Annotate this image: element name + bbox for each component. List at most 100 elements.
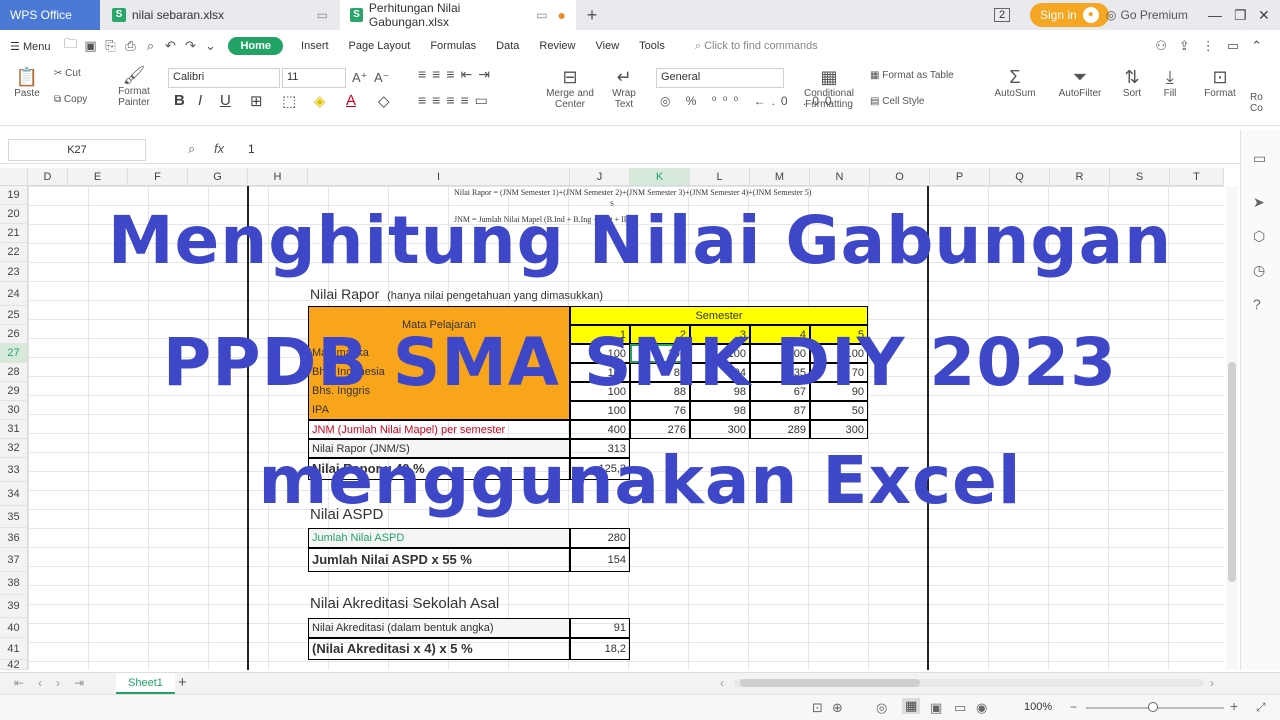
horizontal-align-group[interactable]: ≡≡≡≡▭ <box>418 92 494 109</box>
zoom-slider-handle[interactable] <box>1148 702 1158 712</box>
row-header-40[interactable]: 40 <box>0 618 28 638</box>
jnm-value-cell[interactable]: 289 <box>750 420 810 439</box>
jnm-value-cell[interactable]: 276 <box>630 420 690 439</box>
aspd-value-cell[interactable]: 280 <box>570 528 630 548</box>
row-header-41[interactable]: 41 <box>0 638 28 660</box>
scroll-right-icon[interactable]: › <box>1210 676 1214 690</box>
underline-button[interactable]: U <box>220 92 231 109</box>
share-icon[interactable]: ⇪ <box>1179 38 1190 54</box>
column-header-s[interactable]: S <box>1110 168 1170 186</box>
eye-protect-icon[interactable]: ◎ <box>876 700 887 716</box>
decrease-font-icon[interactable]: A⁻ <box>374 70 390 86</box>
copy-button[interactable]: ⧉ Copy <box>54 94 87 105</box>
comment-icon[interactable]: ▭ <box>1227 38 1239 54</box>
cut-button[interactable]: ✂ Cut <box>54 68 81 79</box>
print-icon[interactable]: ⎙ <box>120 38 140 54</box>
zoom-search-icon[interactable]: ⌕ <box>188 141 195 157</box>
row-header-36[interactable]: 36 <box>0 528 28 548</box>
jnm-label-cell[interactable]: JNM (Jumlah Nilai Mapel) per semester <box>308 420 570 439</box>
tab-data[interactable]: Data <box>486 40 529 52</box>
font-color-icon[interactable]: A <box>346 92 356 109</box>
crosshair-icon[interactable]: ⊕ <box>832 700 843 716</box>
scroll-left-icon[interactable]: ‹ <box>720 676 724 690</box>
formula-input[interactable]: 1 <box>248 142 255 156</box>
panel-toggle-icon[interactable]: ▭ <box>1253 150 1266 167</box>
add-sheet-button[interactable]: + <box>178 674 187 691</box>
close-icon[interactable]: ✕ <box>1258 3 1270 27</box>
aspd-label-cell[interactable]: Jumlah Nilai ASPD <box>308 528 570 548</box>
aspd55-value-cell[interactable]: 154 <box>570 548 630 572</box>
row-header-25[interactable]: 25 <box>0 306 28 325</box>
paste-button[interactable]: 📋 Paste <box>10 66 44 99</box>
fill-color-icon[interactable]: ◈ <box>314 92 326 110</box>
column-header-o[interactable]: O <box>870 168 930 186</box>
column-header-m[interactable]: M <box>750 168 810 186</box>
number-format-select[interactable]: General <box>656 68 784 88</box>
tab-nilai-sebaran[interactable]: S nilai sebaran.xlsx ▭ <box>102 0 338 30</box>
row-header-42[interactable]: 42 <box>0 660 28 671</box>
tab-page-layout[interactable]: Page Layout <box>339 40 421 52</box>
column-header-l[interactable]: L <box>690 168 750 186</box>
column-header-i[interactable]: I <box>308 168 570 186</box>
export-icon[interactable]: ⎘ <box>100 38 120 54</box>
name-box[interactable]: K27 <box>8 139 146 161</box>
sort-button[interactable]: ⇅ Sort <box>1116 66 1148 99</box>
akreditasi5-value-cell[interactable]: 18,2 <box>570 638 630 660</box>
column-header-k[interactable]: K <box>630 168 690 186</box>
column-header-d[interactable]: D <box>28 168 68 186</box>
bold-button[interactable]: B <box>174 92 185 109</box>
reading-mode-icon[interactable]: ◉ <box>976 700 987 716</box>
new-tab-button[interactable]: + <box>580 0 604 30</box>
help-icon[interactable]: ? <box>1253 296 1261 312</box>
row-header-31[interactable]: 31 <box>0 420 28 439</box>
akreditasi5-label-cell[interactable]: (Nilai Akreditasi x 4) x 5 % <box>308 638 570 660</box>
sheet-nav-arrows[interactable]: ⇤‹›⇥ <box>14 676 98 690</box>
aspd55-label-cell[interactable]: Jumlah Nilai ASPD x 55 % <box>308 548 570 572</box>
restore-icon[interactable]: ❐ <box>1234 3 1247 27</box>
column-header-r[interactable]: R <box>1050 168 1110 186</box>
score-cell[interactable]: 98 <box>690 401 750 420</box>
column-header-h[interactable]: H <box>248 168 308 186</box>
wrap-text-button[interactable]: ↵ Wrap Text <box>606 66 642 110</box>
tab-review[interactable]: Review <box>529 40 585 52</box>
fullscreen-icon[interactable]: ⤢ <box>1256 700 1266 715</box>
jnm-value-cell[interactable]: 400 <box>570 420 630 439</box>
conditional-formatting-button[interactable]: ▦ Conditional Formatting <box>796 66 862 110</box>
score-cell[interactable]: 76 <box>630 401 690 420</box>
go-premium-button[interactable]: ◎ Go Premium <box>1106 3 1188 27</box>
tab-tools[interactable]: Tools <box>629 40 675 52</box>
tab-insert[interactable]: Insert <box>291 40 339 52</box>
chevron-up-icon[interactable]: ⌃ <box>1251 38 1262 54</box>
column-header-g[interactable]: G <box>188 168 248 186</box>
merge-center-button[interactable]: ⊟ Merge and Center <box>540 66 600 110</box>
window-count-badge[interactable]: 2 <box>994 3 1011 27</box>
sheet-tab-sheet1[interactable]: Sheet1 <box>116 673 175 694</box>
zoom-level[interactable]: 100% <box>1024 701 1052 713</box>
font-size-select[interactable]: 11 <box>282 68 346 88</box>
score-cell[interactable]: 87 <box>750 401 810 420</box>
tab-formulas[interactable]: Formulas <box>420 40 486 52</box>
score-cell[interactable]: 100 <box>570 401 630 420</box>
italic-button[interactable]: I <box>198 92 202 109</box>
row-header-39[interactable]: 39 <box>0 595 28 618</box>
score-cell[interactable]: 50 <box>810 401 868 420</box>
cell-style-button[interactable]: ▤ Cell Style <box>870 96 924 107</box>
format-painter-button[interactable]: 🖌 Format Painter <box>114 64 154 108</box>
akreditasi-label-cell[interactable]: Nilai Akreditasi (dalam bentuk angka) <box>308 618 570 638</box>
akreditasi-value-cell[interactable]: 91 <box>570 618 630 638</box>
font-name-select[interactable]: Calibri <box>168 68 280 88</box>
borders-icon[interactable]: ⊞ <box>250 92 263 110</box>
tab-view[interactable]: View <box>586 40 630 52</box>
semester-header-cell[interactable]: Semester <box>570 306 868 325</box>
autosum-button[interactable]: Σ AutoSum <box>990 66 1040 99</box>
column-header-n[interactable]: N <box>810 168 870 186</box>
horizontal-scroll-thumb[interactable] <box>740 679 920 687</box>
select-all-corner[interactable] <box>0 168 28 186</box>
command-search[interactable]: ⌕ Click to find commands <box>695 40 818 53</box>
column-header-f[interactable]: F <box>128 168 188 186</box>
cell-status-icon[interactable]: ⊡ <box>812 700 823 716</box>
tab-home[interactable]: Home <box>228 37 284 55</box>
zoom-out-button[interactable]: − <box>1070 700 1077 714</box>
undo-icon[interactable]: ↶ <box>160 38 180 54</box>
column-header-j[interactable]: J <box>570 168 630 186</box>
